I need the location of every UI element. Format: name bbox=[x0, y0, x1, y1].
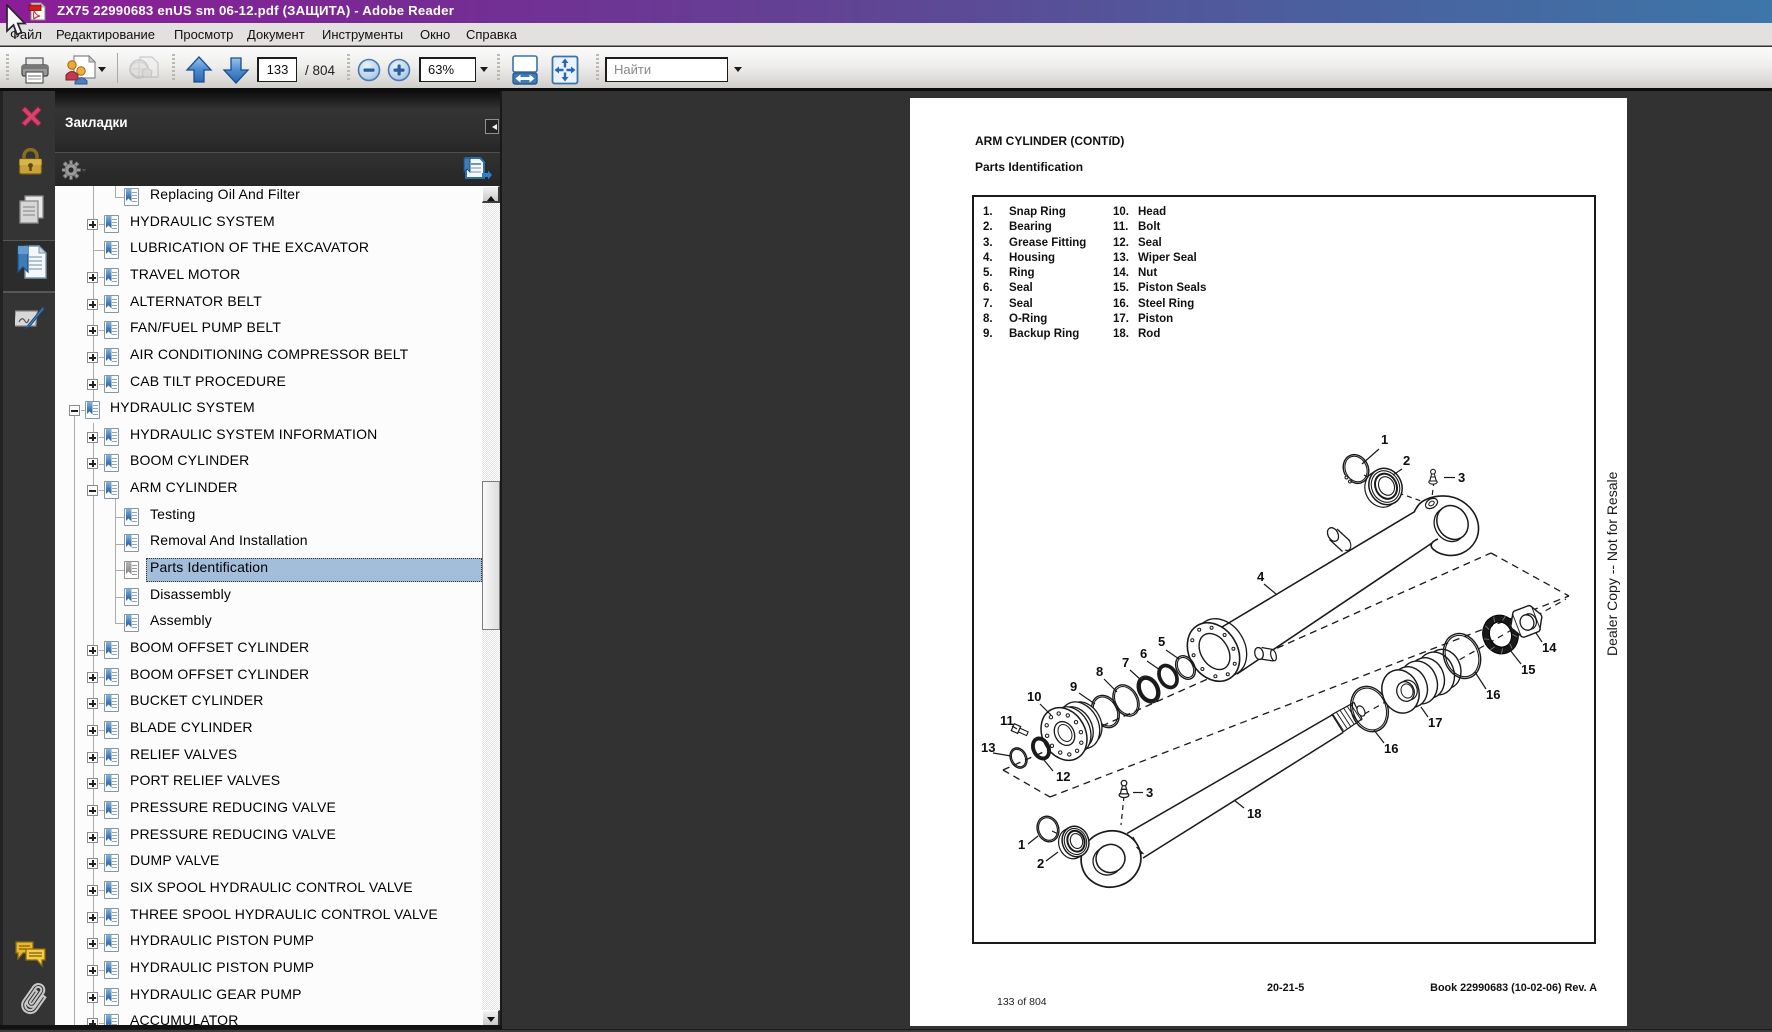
svg-text:8: 8 bbox=[1096, 664, 1103, 679]
svg-text:2: 2 bbox=[1037, 856, 1044, 871]
svg-text:1: 1 bbox=[1381, 432, 1388, 447]
svg-text:1: 1 bbox=[1018, 837, 1025, 852]
svg-text:16: 16 bbox=[1486, 687, 1500, 702]
svg-text:15: 15 bbox=[1521, 662, 1535, 677]
svg-text:10: 10 bbox=[1027, 689, 1041, 704]
svg-text:17: 17 bbox=[1428, 715, 1442, 730]
svg-text:14: 14 bbox=[1542, 640, 1557, 655]
svg-text:4: 4 bbox=[1257, 569, 1265, 584]
svg-text:18: 18 bbox=[1247, 806, 1261, 821]
svg-text:11: 11 bbox=[1000, 713, 1014, 728]
svg-text:5: 5 bbox=[1158, 634, 1165, 649]
svg-text:6: 6 bbox=[1140, 646, 1147, 661]
svg-text:16: 16 bbox=[1384, 741, 1398, 756]
svg-text:3: 3 bbox=[1146, 785, 1153, 800]
svg-text:7: 7 bbox=[1122, 655, 1129, 670]
svg-text:12: 12 bbox=[1056, 769, 1070, 784]
svg-text:3: 3 bbox=[1458, 470, 1465, 485]
svg-text:9: 9 bbox=[1070, 679, 1077, 694]
svg-text:2: 2 bbox=[1403, 453, 1410, 468]
